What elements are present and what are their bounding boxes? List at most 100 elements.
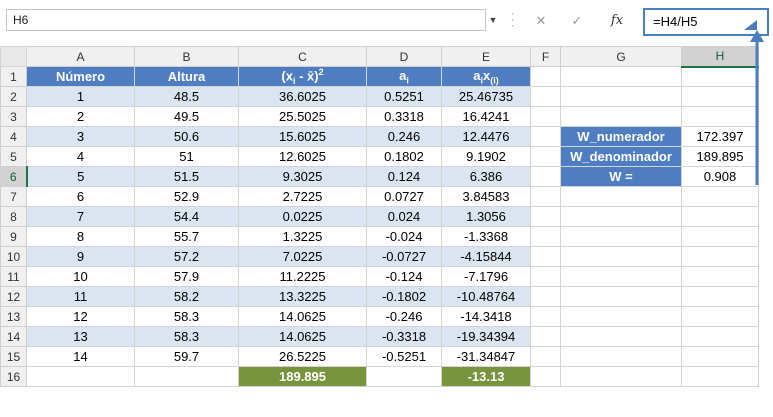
column-header-h[interactable]: H [681, 46, 759, 68]
row-header[interactable]: 13 [0, 306, 27, 327]
cell-e[interactable]: 3.84583 [441, 186, 531, 207]
cell[interactable] [681, 346, 759, 367]
column-header-d[interactable]: D [366, 46, 442, 67]
column-header-e[interactable]: E [441, 46, 531, 67]
cell[interactable] [530, 286, 561, 307]
cell-c[interactable]: 7.0225 [238, 246, 367, 267]
cell-a[interactable]: 4 [26, 146, 135, 167]
cell[interactable] [530, 166, 561, 187]
cell[interactable] [530, 146, 561, 167]
cell-d[interactable]: -0.124 [366, 266, 442, 287]
cell[interactable] [560, 66, 682, 87]
formula-input[interactable]: =H4/H5 [643, 8, 769, 36]
w-label[interactable]: W = [560, 166, 682, 187]
header-cell-aixi[interactable]: aix(i) [441, 66, 531, 87]
row-header[interactable]: 9 [0, 226, 27, 247]
w-value-selected-cell[interactable]: 0.908 [681, 166, 759, 187]
cell[interactable] [530, 66, 561, 87]
cell[interactable] [681, 206, 759, 227]
row-header[interactable]: 5 [0, 146, 27, 167]
more-options-icon[interactable]: · · · [510, 9, 516, 32]
cell[interactable] [681, 266, 759, 287]
column-header-a[interactable]: A [26, 46, 135, 67]
cell[interactable] [560, 106, 682, 127]
cell-d[interactable]: 0.5251 [366, 86, 442, 107]
cell-d[interactable]: -0.0727 [366, 246, 442, 267]
row-header[interactable]: 1 [0, 66, 27, 87]
cell[interactable] [681, 86, 759, 107]
cell-a[interactable]: 11 [26, 286, 135, 307]
cell-a[interactable]: 2 [26, 106, 135, 127]
cell-a[interactable]: 7 [26, 206, 135, 227]
cell-d[interactable]: 0.024 [366, 206, 442, 227]
cell-d[interactable]: 0.246 [366, 126, 442, 147]
w-numerador-label[interactable]: W_numerador [560, 126, 682, 147]
header-cell-deviation[interactable]: (xi - x̄)2 [238, 66, 367, 87]
cell-d[interactable]: 0.1802 [366, 146, 442, 167]
cell-e[interactable]: 9.1902 [441, 146, 531, 167]
cell-c[interactable]: 25.5025 [238, 106, 367, 127]
total-cell-e[interactable]: -13.13 [441, 366, 531, 387]
cell-e[interactable]: 1.3056 [441, 206, 531, 227]
row-header[interactable]: 6 [0, 166, 28, 187]
cell-c[interactable]: 26.5225 [238, 346, 367, 367]
column-header-b[interactable]: B [134, 46, 239, 67]
header-cell-numero[interactable]: Número [26, 66, 135, 87]
cell[interactable] [560, 346, 682, 367]
cell-c[interactable]: 36.6025 [238, 86, 367, 107]
cell-c[interactable]: 1.3225 [238, 226, 367, 247]
cell[interactable] [681, 306, 759, 327]
cell-e[interactable]: 16.4241 [441, 106, 531, 127]
cell-b[interactable]: 51 [134, 146, 239, 167]
cell-b[interactable]: 58.3 [134, 326, 239, 347]
cell-b[interactable]: 48.5 [134, 86, 239, 107]
cell-d[interactable]: 0.3318 [366, 106, 442, 127]
cell[interactable] [530, 206, 561, 227]
cell-d[interactable]: -0.1802 [366, 286, 442, 307]
cell[interactable] [560, 226, 682, 247]
w-denominador-value[interactable]: 189.895 [681, 146, 759, 167]
column-header-c[interactable]: C [238, 46, 367, 67]
cell-b[interactable]: 55.7 [134, 226, 239, 247]
row-header[interactable]: 12 [0, 286, 27, 307]
cell[interactable] [26, 366, 135, 387]
cell[interactable] [560, 86, 682, 107]
cell[interactable] [681, 366, 759, 387]
cell-d[interactable]: -0.246 [366, 306, 442, 327]
cell[interactable] [530, 106, 561, 127]
cell-c[interactable]: 13.3225 [238, 286, 367, 307]
cell[interactable] [560, 366, 682, 387]
cell[interactable] [366, 366, 442, 387]
cell-b[interactable]: 54.4 [134, 206, 239, 227]
cell-a[interactable]: 8 [26, 226, 135, 247]
cell-e[interactable]: 12.4476 [441, 126, 531, 147]
cell-c[interactable]: 2.7225 [238, 186, 367, 207]
cell-b[interactable]: 51.5 [134, 166, 239, 187]
cell[interactable] [560, 186, 682, 207]
cell-b[interactable]: 50.6 [134, 126, 239, 147]
cell-d[interactable]: -0.3318 [366, 326, 442, 347]
cell-b[interactable]: 58.2 [134, 286, 239, 307]
cell-a[interactable]: 13 [26, 326, 135, 347]
column-header-f[interactable]: F [530, 46, 561, 67]
cell[interactable] [530, 366, 561, 387]
cell-c[interactable]: 15.6025 [238, 126, 367, 147]
cell-d[interactable]: -0.5251 [366, 346, 442, 367]
cell-b[interactable]: 52.9 [134, 186, 239, 207]
total-cell-c[interactable]: 189.895 [238, 366, 367, 387]
cell[interactable] [530, 246, 561, 267]
cell-b[interactable]: 49.5 [134, 106, 239, 127]
name-box[interactable]: H6 [6, 9, 486, 31]
cell[interactable] [530, 186, 561, 207]
cell-e[interactable]: -19.34394 [441, 326, 531, 347]
header-cell-ai[interactable]: ai [366, 66, 442, 87]
cell-a[interactable]: 14 [26, 346, 135, 367]
cell-d[interactable]: 0.124 [366, 166, 442, 187]
cell[interactable] [560, 286, 682, 307]
cancel-icon[interactable]: ✕ [527, 9, 555, 33]
cell[interactable] [530, 86, 561, 107]
cell-e[interactable]: -1.3368 [441, 226, 531, 247]
cell-a[interactable]: 9 [26, 246, 135, 267]
cell-b[interactable]: 57.9 [134, 266, 239, 287]
insert-function-icon[interactable]: fx [603, 9, 631, 33]
